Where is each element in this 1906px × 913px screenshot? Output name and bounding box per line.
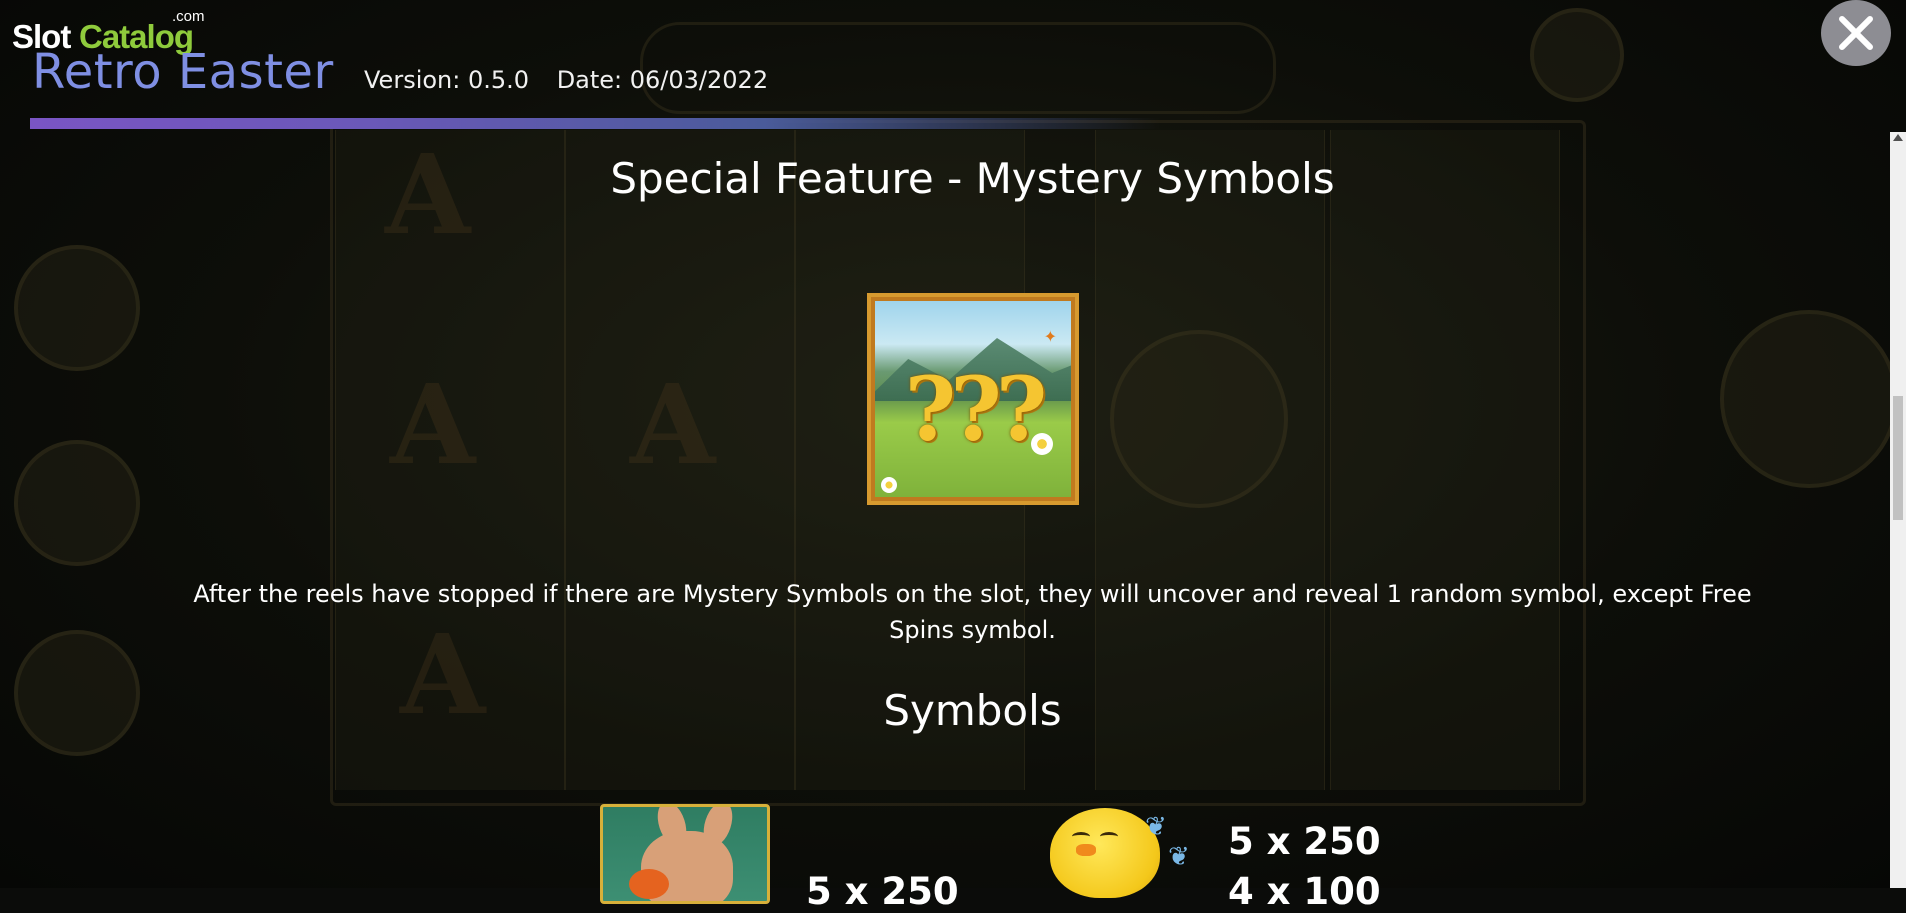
feature-heading: Special Feature - Mystery Symbols	[610, 154, 1335, 203]
mystery-symbol-icon: ??? ✦	[867, 293, 1079, 505]
paytable-overlay: Slot Catalog .com Retro Easter Version: …	[0, 0, 1906, 913]
chick-payout-4: 4 x 100	[1228, 870, 1381, 913]
game-title: Retro Easter	[32, 44, 334, 100]
date-label: Date: 06/03/2022	[556, 66, 769, 94]
daisy-icon	[1031, 433, 1053, 455]
daisy-icon	[881, 477, 897, 493]
scrollbar[interactable]	[1890, 132, 1906, 888]
feature-description: After the reels have stopped if there ar…	[193, 580, 1752, 644]
version-info: Version: 0.5.0 Date: 06/03/2022	[364, 66, 788, 94]
version-label: Version: 0.5.0	[364, 66, 530, 94]
scroll-up-arrow-icon[interactable]	[1893, 134, 1903, 141]
butterfly-icon: ❦	[1145, 812, 1167, 842]
logo-text-com: .com	[172, 8, 205, 25]
carrot-icon	[629, 869, 669, 899]
symbols-heading: Symbols	[883, 686, 1062, 735]
chick-payout-5: 5 x 250	[1228, 820, 1381, 863]
title-underline	[30, 118, 1160, 129]
rabbit-payout: 5 x 250	[806, 870, 959, 913]
butterfly-icon: ❦	[1168, 842, 1190, 872]
scrollbar-thumb[interactable]	[1893, 396, 1903, 520]
close-icon	[1839, 16, 1873, 50]
rabbit-symbol-icon	[600, 804, 770, 904]
butterfly-icon: ✦	[1043, 327, 1057, 346]
close-button[interactable]	[1821, 0, 1891, 66]
chick-symbol-icon	[1050, 808, 1160, 898]
